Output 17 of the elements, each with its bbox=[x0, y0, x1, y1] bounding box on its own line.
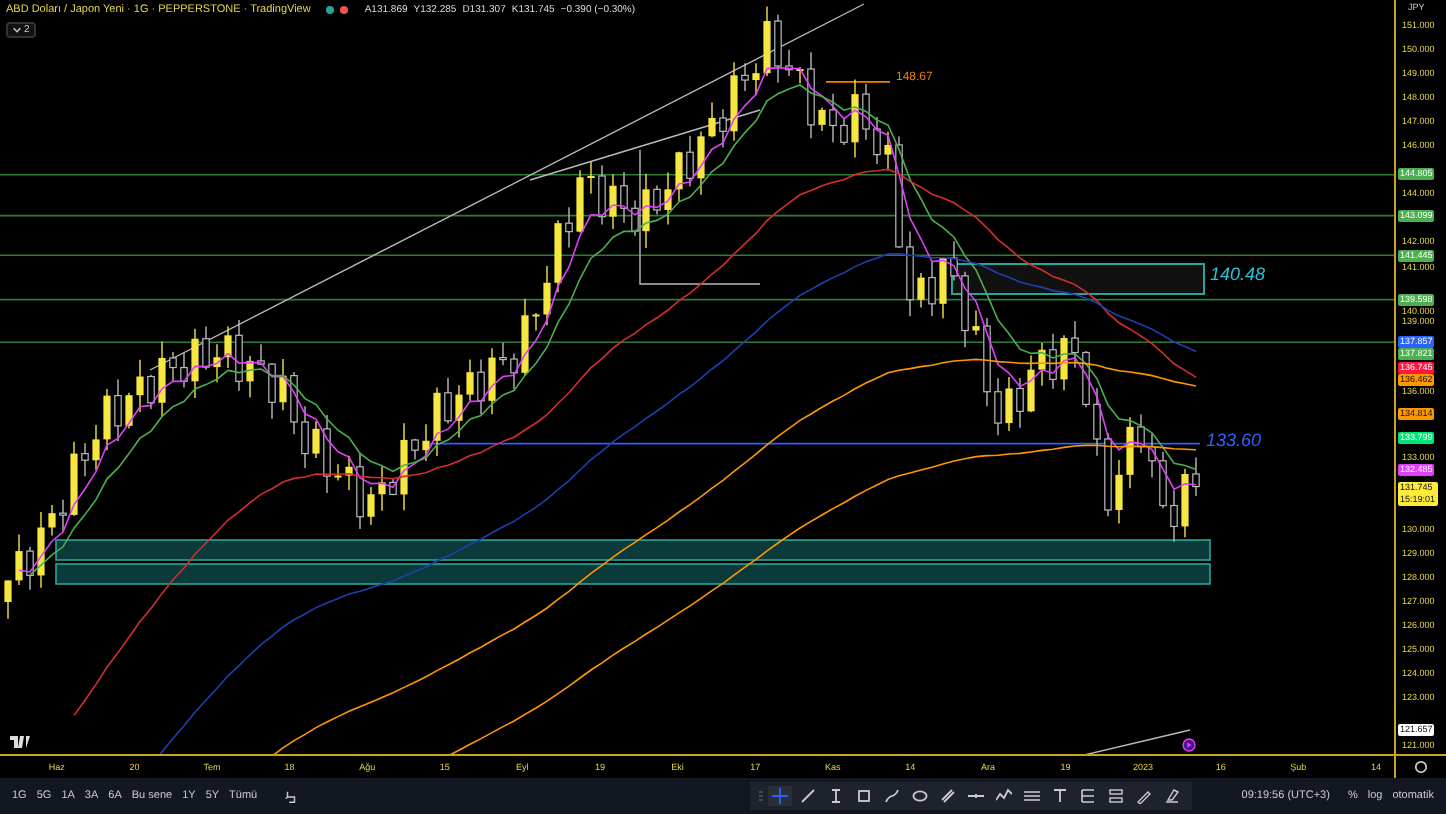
status-dot-icon bbox=[326, 6, 335, 14]
caret-icon bbox=[12, 26, 22, 34]
zigzag-icon[interactable] bbox=[992, 786, 1017, 806]
ellipse-icon[interactable] bbox=[908, 786, 933, 806]
settings-icon[interactable] bbox=[1414, 760, 1428, 774]
lines-icon[interactable] bbox=[1020, 786, 1045, 806]
line-icon[interactable] bbox=[796, 786, 821, 806]
price-annotation: 133.60 bbox=[1206, 429, 1262, 450]
price-level-line bbox=[825, 81, 891, 83]
curve-icon[interactable] bbox=[880, 786, 905, 806]
diagonal-lines-icon[interactable] bbox=[936, 786, 961, 806]
play-circle-icon bbox=[1182, 738, 1196, 752]
price-annotation: 140.48 bbox=[1210, 264, 1266, 285]
tv-logo-icon bbox=[10, 736, 30, 748]
brush-icon[interactable] bbox=[1160, 786, 1185, 806]
status-dot-icon bbox=[340, 6, 349, 14]
stacked-bars-icon[interactable] bbox=[1104, 786, 1129, 806]
